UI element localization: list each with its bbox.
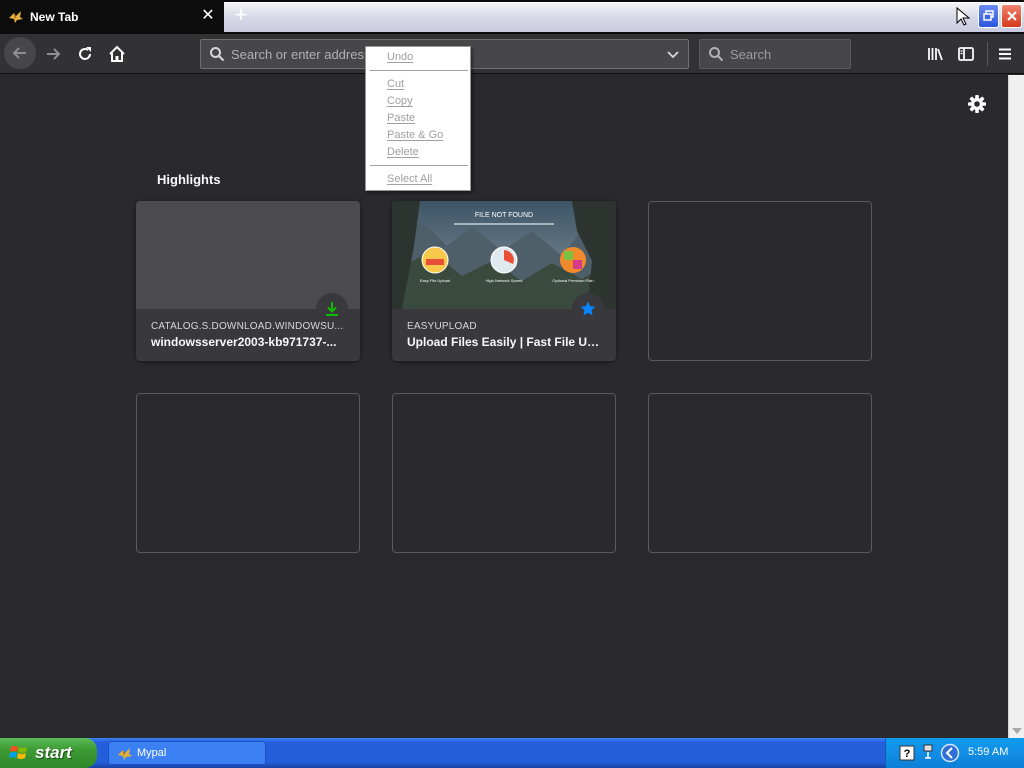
- search-input[interactable]: [730, 45, 840, 63]
- mypal-logo-icon: [118, 748, 132, 760]
- clock: 5:59 AM: [968, 746, 1009, 758]
- start-button[interactable]: start: [0, 738, 97, 768]
- start-label: start: [35, 743, 72, 762]
- tab-new-tab[interactable]: New Tab ✕: [0, 0, 224, 34]
- empty-card-placeholder: [392, 393, 616, 553]
- search-icon: [210, 47, 225, 62]
- system-tray: ? 5:59 AM: [885, 738, 1024, 768]
- toolbar-separator: [987, 42, 988, 66]
- window-controls: [950, 4, 1022, 28]
- highlight-card[interactable]: CATALOG.S.DOWNLOAD.WINDOWSU... windowsse…: [136, 201, 360, 361]
- windows-flag-icon: [9, 746, 27, 759]
- forward-arrow-icon: [47, 48, 61, 60]
- menu-separator: [370, 70, 468, 71]
- download-icon: [326, 302, 338, 316]
- menu-item-paste[interactable]: Paste: [387, 111, 415, 126]
- thumb-caption: Easy File Upload: [420, 278, 450, 283]
- search-icon: [709, 47, 724, 62]
- empty-card-placeholder: [648, 393, 872, 553]
- forward-button[interactable]: [38, 39, 68, 69]
- taskbar: start Mypal ? 5:59 AM: [0, 738, 1024, 768]
- gear-icon[interactable]: [966, 93, 988, 115]
- back-arrow-icon: [12, 47, 26, 59]
- star-icon: [580, 301, 596, 316]
- highlight-card[interactable]: FILE NOT FOUND Easy File Upload High Net…: [392, 201, 616, 361]
- new-tab-page: Highlights CATALOG.S.DOWNLOAD.WINDOWSU..…: [0, 75, 1008, 738]
- sidebar-icon: [958, 47, 974, 61]
- menu-button[interactable]: [990, 39, 1020, 69]
- chevron-down-icon[interactable]: [666, 48, 680, 62]
- highlights-heading: Highlights: [157, 172, 221, 187]
- thumb-caption: High Network Speed: [486, 278, 523, 283]
- thumb-caption: Optional Premium Plan: [552, 278, 593, 283]
- menu-item-copy[interactable]: Copy: [387, 94, 413, 109]
- menu-item-select-all[interactable]: Select All: [387, 172, 432, 187]
- context-menu: Undo Cut Copy Paste Paste & Go Delete Se…: [365, 46, 471, 191]
- window-caption: [224, 2, 1024, 32]
- library-icon: [928, 48, 943, 61]
- menu-item-paste-and-go[interactable]: Paste & Go: [387, 128, 443, 143]
- restore-button[interactable]: [978, 4, 999, 28]
- taskbar-item-label: Mypal: [137, 747, 167, 759]
- cursor-icon: [956, 6, 971, 26]
- taskbar-item-mypal[interactable]: Mypal: [108, 741, 266, 765]
- scroll-down-arrow-icon[interactable]: [1012, 728, 1022, 734]
- sidebar-button[interactable]: [951, 39, 981, 69]
- vertical-scrollbar[interactable]: [1008, 75, 1024, 738]
- restore-icon: [982, 10, 994, 21]
- chevron-left-icon[interactable]: [940, 743, 960, 763]
- mypal-logo-icon: [9, 11, 23, 23]
- svg-text:?: ?: [904, 748, 911, 760]
- search-bar[interactable]: [699, 39, 851, 69]
- card-host: CATALOG.S.DOWNLOAD.WINDOWSU...: [151, 321, 344, 332]
- library-button[interactable]: [920, 39, 950, 69]
- close-tab-icon[interactable]: ✕: [199, 7, 217, 25]
- reload-icon: [79, 47, 91, 60]
- card-host: EASYUPLOAD: [407, 321, 477, 332]
- help-icon[interactable]: ?: [899, 745, 915, 761]
- empty-card-placeholder: [648, 201, 872, 361]
- network-icon[interactable]: [922, 744, 934, 762]
- home-icon: [109, 45, 125, 62]
- card-title: Upload Files Easily | Fast File Upl...: [407, 335, 603, 349]
- reload-button[interactable]: [70, 39, 100, 69]
- empty-card-placeholder: [136, 393, 360, 553]
- home-button[interactable]: [102, 39, 132, 69]
- card-title: windowsserver2003-kb971737-...: [151, 335, 337, 349]
- menu-item-delete[interactable]: Delete: [387, 145, 419, 160]
- tab-title: New Tab: [30, 10, 79, 24]
- navigation-toolbar: [0, 34, 1024, 74]
- new-tab-button[interactable]: +: [230, 4, 252, 27]
- close-icon: [1006, 11, 1017, 21]
- menu-item-undo[interactable]: Undo: [387, 50, 413, 65]
- title-bar: New Tab ✕ +: [0, 0, 1024, 34]
- screen: New Tab ✕ + Search or enter address Sear…: [0, 0, 1024, 768]
- back-button[interactable]: [4, 37, 36, 69]
- thumb-heading: FILE NOT FOUND: [475, 212, 533, 219]
- menu-separator: [370, 165, 468, 166]
- hamburger-menu-icon: [999, 48, 1011, 60]
- minimize-button[interactable]: [950, 4, 976, 28]
- close-window-button[interactable]: [1001, 4, 1022, 28]
- menu-item-cut[interactable]: Cut: [387, 77, 404, 92]
